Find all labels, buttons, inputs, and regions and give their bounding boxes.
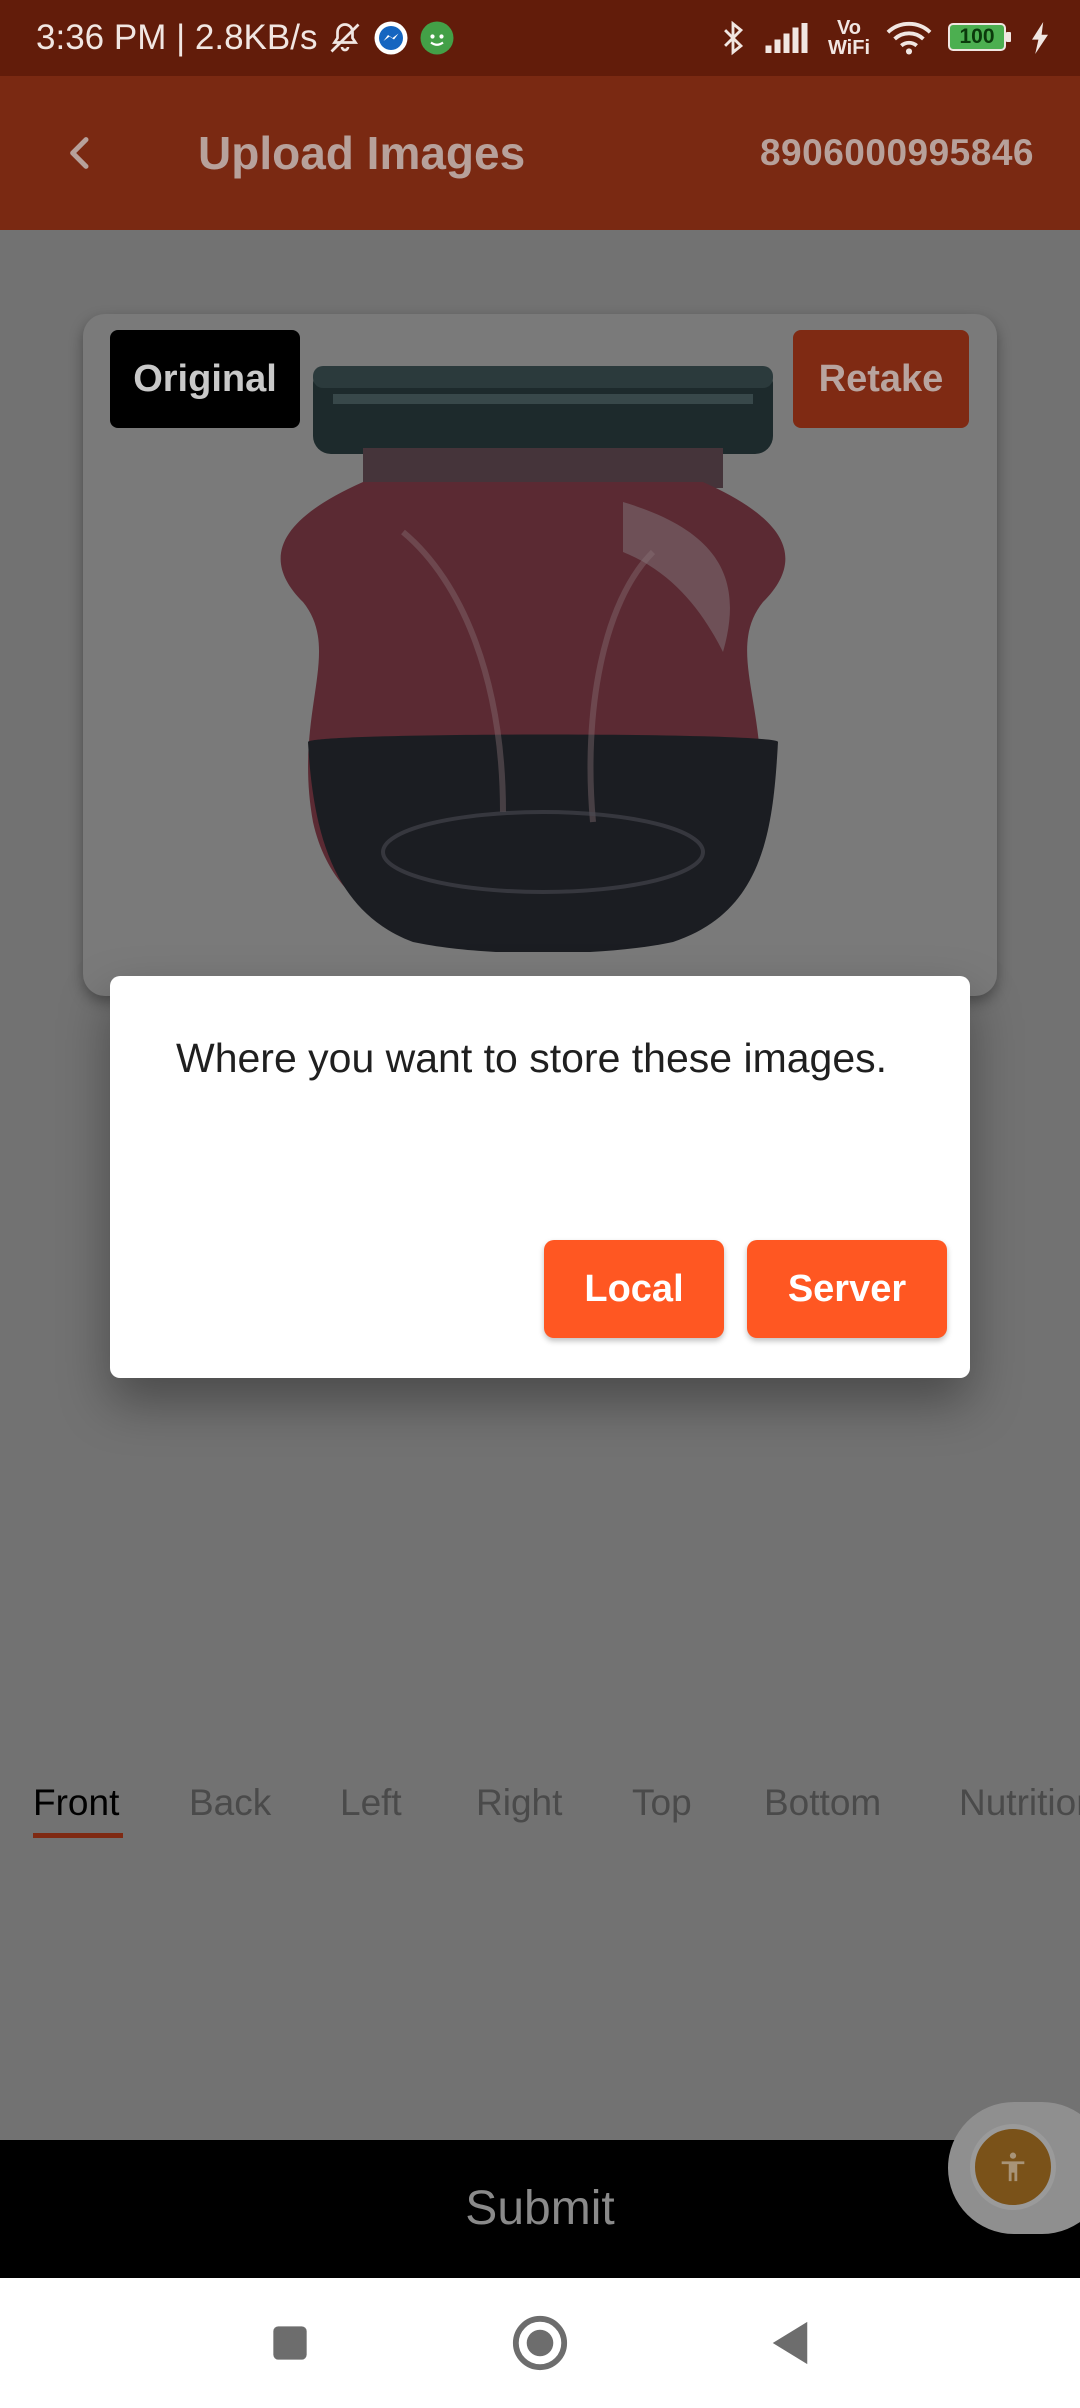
battery-level-text: 100 <box>959 25 995 48</box>
screen: 3:36 PM | 2.8KB/s Vo WiFi 100 Upload Ima… <box>0 0 1080 2408</box>
back-arrow-icon <box>70 137 89 169</box>
accessibility-fab-container <box>948 2102 1080 2234</box>
vowifi-icon: Vo WiFi <box>828 18 870 58</box>
vowifi-top-label: Vo <box>836 17 862 39</box>
active-tab-indicator <box>33 1833 123 1838</box>
image-side-tabs: Front Back Left Right Top Bottom Nutriti… <box>0 1735 1080 1910</box>
barcode-number: 8906000995846 <box>759 132 1034 173</box>
accessibility-icon <box>1001 2152 1025 2182</box>
back-nav-button[interactable] <box>750 2278 830 2408</box>
square-recents-icon <box>273 2326 307 2360</box>
wifi-icon <box>886 20 932 56</box>
app-bar: Upload Images 8906000995846 <box>0 76 1080 230</box>
home-button[interactable] <box>500 2278 580 2408</box>
bell-off-icon <box>327 20 363 56</box>
tab-front[interactable]: Front <box>33 1735 119 1870</box>
status-right: Vo WiFi 100 <box>718 0 1050 76</box>
system-nav-bar <box>0 2278 1080 2408</box>
retake-button[interactable]: Retake <box>793 330 969 428</box>
tab-bottom[interactable]: Bottom <box>764 1735 881 1870</box>
submit-button[interactable]: Submit <box>0 2140 1080 2278</box>
original-badge: Original <box>110 330 300 428</box>
product-jar-image <box>280 366 786 952</box>
status-left: 3:36 PM | 2.8KB/s <box>36 0 455 76</box>
circle-home-icon <box>512 2315 568 2371</box>
tab-nutrition[interactable]: Nutrition <box>959 1735 1080 1870</box>
tab-left[interactable]: Left <box>340 1735 402 1870</box>
product-image-card: Original Retake <box>83 314 997 996</box>
messenger-icon <box>373 20 409 56</box>
status-bar: 3:36 PM | 2.8KB/s Vo WiFi 100 <box>0 0 1080 76</box>
vowifi-bottom-label: WiFi <box>827 37 870 59</box>
android-face-icon <box>419 20 455 56</box>
tab-right[interactable]: Right <box>476 1735 562 1870</box>
charging-icon <box>1030 22 1050 54</box>
tab-back[interactable]: Back <box>189 1735 271 1870</box>
status-time-speed: 3:36 PM | 2.8KB/s <box>36 18 318 57</box>
submit-bar[interactable]: Submit <box>0 2140 1080 2278</box>
dialog-message: Where you want to store these images. <box>176 1035 888 1081</box>
triangle-back-icon <box>772 2321 808 2365</box>
page-title: Upload Images <box>198 127 526 179</box>
recents-button[interactable] <box>250 2278 330 2408</box>
battery-icon: 100 <box>948 23 1014 53</box>
server-button[interactable]: Server <box>747 1240 947 1338</box>
back-button[interactable] <box>48 120 114 186</box>
bluetooth-icon <box>718 19 748 57</box>
accessibility-button[interactable] <box>970 2124 1056 2210</box>
storage-choice-dialog: Where you want to store these images. Lo… <box>110 976 970 1378</box>
local-button[interactable]: Local <box>544 1240 724 1338</box>
signal-icon <box>764 23 812 53</box>
tab-top[interactable]: Top <box>632 1735 692 1870</box>
